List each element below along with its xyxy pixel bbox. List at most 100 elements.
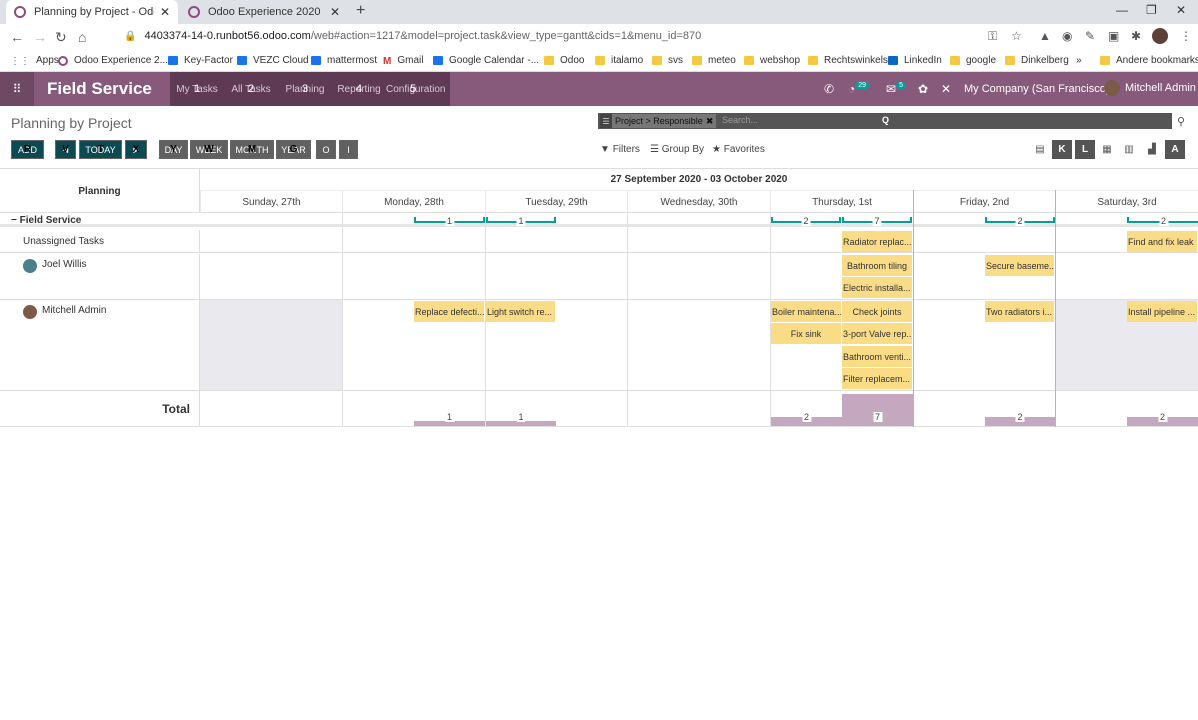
- search-facet[interactable]: ☰ Project > Responsible ✖: [600, 114, 717, 128]
- search-input[interactable]: Search...: [722, 115, 758, 125]
- forward-icon[interactable]: →: [33, 29, 47, 45]
- bookmark[interactable]: VEZC Cloud: [237, 55, 309, 66]
- day-scale-button[interactable]: DAY Y: [159, 140, 188, 159]
- hotkey-hint: G: [289, 144, 298, 155]
- task-pill[interactable]: Check joints: [842, 301, 913, 322]
- task-pill[interactable]: Radiator replac...: [842, 231, 913, 252]
- puzzle-icon[interactable]: ✱: [1131, 29, 1141, 43]
- task-pill[interactable]: 3-port Valve rep...: [842, 323, 913, 344]
- key-icon[interactable]: ⚿: [988, 29, 997, 44]
- activity-icon[interactable]: ◔ 29: [848, 82, 870, 96]
- close-icon[interactable]: ✕: [160, 5, 170, 19]
- back-icon[interactable]: ←: [10, 29, 24, 45]
- year-scale-button[interactable]: YEAR G: [276, 140, 311, 159]
- facet-remove-icon[interactable]: ✖: [706, 116, 714, 127]
- bookmark[interactable]: google: [950, 55, 996, 66]
- bookmark[interactable]: svs: [652, 55, 683, 66]
- bookmark[interactable]: Andere bookmarks: [1100, 55, 1198, 66]
- bookmark[interactable]: italamo: [595, 55, 643, 66]
- company-switcher[interactable]: My Company (San Francisco): [964, 83, 1110, 95]
- window-close-icon[interactable]: ✕: [1176, 3, 1186, 17]
- messaging-icon[interactable]: ✉ 5: [886, 82, 906, 96]
- app-brand[interactable]: Field Service: [47, 79, 152, 99]
- bookmark[interactable]: webshop: [744, 55, 800, 66]
- task-pill[interactable]: Electric installa...: [842, 277, 913, 298]
- add-button[interactable]: ADD R: [11, 140, 44, 159]
- reload-icon[interactable]: ↻: [55, 29, 67, 46]
- view-kanban-button[interactable]: K: [1052, 140, 1072, 159]
- bookmark-apps[interactable]: ⋮⋮ Apps: [10, 55, 59, 67]
- minimize-icon[interactable]: —: [1116, 3, 1128, 17]
- task-pill[interactable]: Replace defecti...: [414, 301, 485, 322]
- bookmarks-overflow[interactable]: »: [1076, 55, 1082, 66]
- phone-icon[interactable]: ✆: [824, 82, 834, 96]
- bookmark[interactable]: Rechtswinkels: [808, 55, 888, 66]
- filters-dropdown[interactable]: ▼ Filters: [600, 144, 640, 155]
- bookmark[interactable]: meteo: [692, 55, 736, 66]
- url-field[interactable]: 🔒 4403374-14-0.runbot56.odoo.com/web#acti…: [124, 30, 701, 42]
- new-tab-icon[interactable]: +: [356, 2, 365, 20]
- star-icon[interactable]: ☆: [1011, 29, 1022, 43]
- bookmark[interactable]: Key-Factor: [168, 55, 233, 66]
- task-pill[interactable]: Bathroom tiling: [842, 255, 913, 276]
- bookmark[interactable]: Dinkelberg: [1005, 55, 1069, 66]
- apps-menu-icon[interactable]: ⠿: [0, 72, 34, 106]
- task-pill[interactable]: Light switch re...: [486, 301, 556, 322]
- profile-avatar[interactable]: [1152, 28, 1168, 44]
- bookmark[interactable]: Odoo Experience 2...: [58, 55, 168, 66]
- tab-title: Planning by Project - Odoo: [34, 6, 154, 18]
- bookmark[interactable]: LinkedIn: [888, 55, 942, 66]
- expand-rows-button[interactable]: O: [316, 140, 336, 159]
- task-pill[interactable]: Find and fix leak: [1127, 231, 1198, 252]
- task-pill[interactable]: Boiler maintena...: [771, 301, 842, 322]
- search-icon[interactable]: ⚲: [1177, 115, 1185, 128]
- week-scale-button[interactable]: WEEK W: [190, 140, 228, 159]
- view-list-icon[interactable]: ▤: [1030, 140, 1050, 159]
- calendar-view-icon[interactable]: ▦: [1097, 140, 1117, 159]
- bookmark[interactable]: mattermost: [311, 55, 377, 66]
- group-by-dropdown[interactable]: ☰ Group By: [650, 144, 704, 155]
- search-bar[interactable]: ☰ Project > Responsible ✖ Search... Q: [598, 113, 1172, 129]
- kebab-menu-icon[interactable]: ⋮: [1180, 29, 1192, 43]
- next-button[interactable]: ► X: [125, 140, 147, 159]
- hotkey-hint: 1: [193, 82, 201, 95]
- task-pill[interactable]: Fix sink: [771, 323, 842, 344]
- menu-reporting[interactable]: Reporting 4: [332, 83, 386, 95]
- group-label[interactable]: − Field Service: [0, 213, 200, 226]
- task-pill[interactable]: Two radiators i...: [985, 301, 1055, 322]
- task-pill[interactable]: Install pipeline ...: [1127, 301, 1198, 322]
- task-pill[interactable]: Secure baseme...: [985, 255, 1055, 276]
- prev-button[interactable]: ◄ V: [55, 140, 76, 159]
- tools-icon[interactable]: ✕: [941, 82, 951, 96]
- extension-icon[interactable]: ◉: [1062, 29, 1072, 43]
- hotkey-hint: X: [132, 144, 140, 155]
- today-button[interactable]: TODAY T: [79, 140, 122, 159]
- view-activity-button[interactable]: A: [1165, 140, 1185, 159]
- favorites-dropdown[interactable]: ★ Favorites: [712, 144, 765, 155]
- restore-icon[interactable]: ❐: [1146, 3, 1157, 17]
- extension-icon[interactable]: ✎: [1085, 29, 1095, 43]
- month-scale-button[interactable]: MONTH M: [230, 140, 274, 159]
- browser-tab[interactable]: Odoo Experience 2020 | Talks ✕: [180, 0, 348, 24]
- bookmark[interactable]: M Gmail: [383, 55, 423, 67]
- menu-all-tasks[interactable]: All Tasks 2: [224, 83, 278, 95]
- home-icon[interactable]: ⌂: [78, 29, 86, 45]
- bookmark[interactable]: Google Calendar -...: [433, 55, 539, 66]
- bookmark[interactable]: Odoo: [544, 55, 584, 66]
- task-pill[interactable]: Filter replacem...: [842, 368, 913, 389]
- task-pill[interactable]: Bathroom venti...: [842, 346, 913, 367]
- graph-view-icon[interactable]: ▟: [1142, 140, 1162, 159]
- browser-tab-active[interactable]: Planning by Project - Odoo ✕: [6, 0, 178, 24]
- extension-icon[interactable]: ▲: [1039, 29, 1051, 43]
- menu-planning[interactable]: Planning 3: [278, 83, 332, 95]
- pivot-view-icon[interactable]: ▥: [1119, 140, 1139, 159]
- user-menu[interactable]: Mitchell Admin: [1104, 80, 1196, 96]
- menu-configuration[interactable]: Configuration 5: [386, 83, 445, 95]
- group-row[interactable]: − Field Service 1 1 2 7 2 2: [0, 213, 1198, 227]
- close-icon[interactable]: ✕: [330, 5, 340, 19]
- view-list-button[interactable]: L: [1075, 140, 1095, 159]
- gift-icon[interactable]: ✿: [918, 82, 928, 96]
- extension-icon[interactable]: ▣: [1108, 29, 1119, 43]
- menu-my-tasks[interactable]: My Tasks 1: [170, 82, 224, 95]
- collapse-rows-button[interactable]: I: [339, 140, 358, 159]
